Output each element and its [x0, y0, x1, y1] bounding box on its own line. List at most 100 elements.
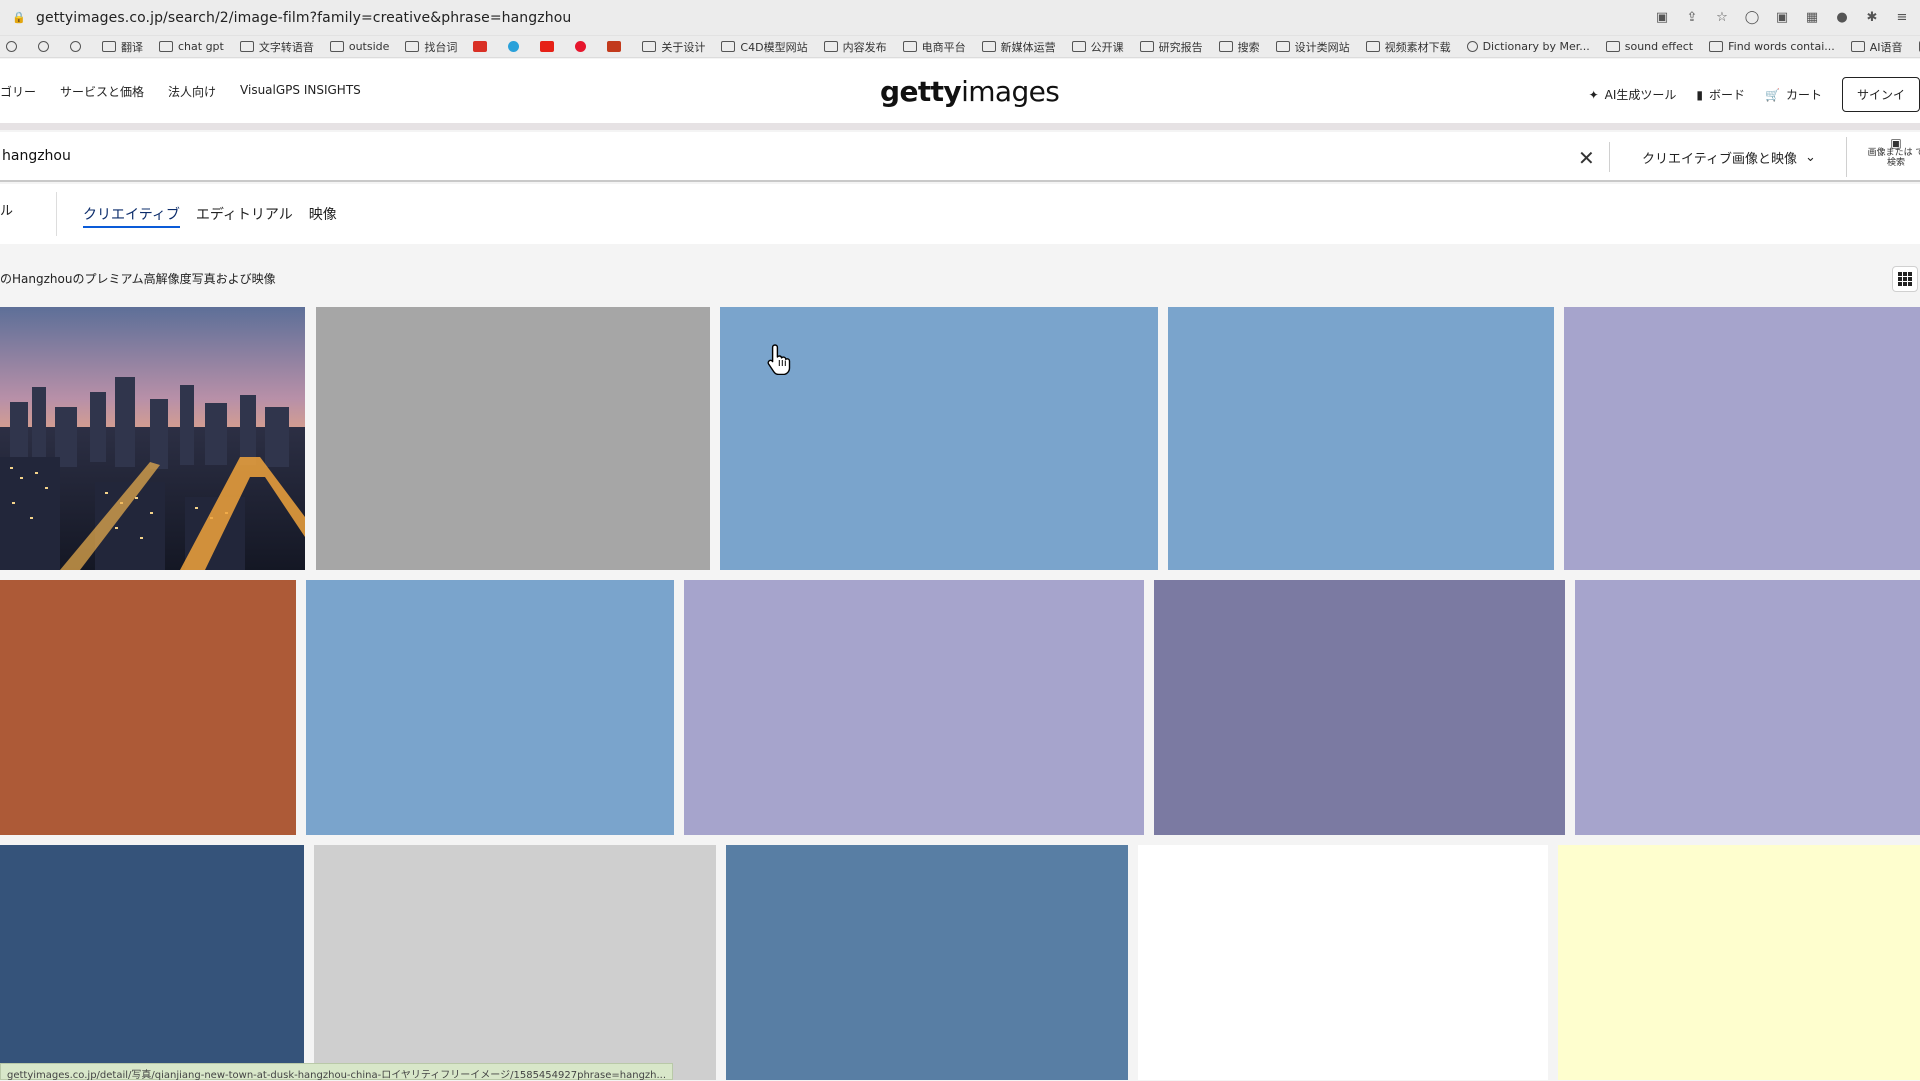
bookmark-item[interactable] [607, 41, 626, 52]
grid-view-toggle[interactable] [1892, 266, 1918, 292]
image-search-button[interactable]: ▣ 画像または で検索 [1866, 137, 1920, 168]
google-icon [38, 41, 49, 52]
bookmark-item[interactable] [540, 41, 559, 52]
youtube-icon [540, 41, 555, 52]
translate-icon[interactable]: ▣ [1654, 9, 1670, 25]
folder-icon [981, 41, 996, 52]
bookmark-label: Find words contai... [1728, 40, 1835, 53]
filter-bar: ル クリエイティブ エディトリアル 映像 [0, 184, 1920, 244]
close-icon[interactable]: ✕ [1578, 146, 1595, 170]
nav-categories[interactable]: ゴリー [0, 83, 36, 100]
bookmark-item[interactable]: Find words contai... [1709, 40, 1835, 53]
bookmark-item[interactable]: 找台词 [405, 39, 457, 55]
bookmark-item[interactable]: 电商平台 [902, 39, 966, 55]
gettyimages-logo[interactable]: gettyimages [880, 75, 1060, 108]
bookmark-item[interactable]: C4D模型网站 [721, 39, 808, 55]
puzzle-icon[interactable]: ✱ [1864, 9, 1880, 25]
bookmark-item[interactable]: outside [329, 40, 390, 53]
browser-address-bar[interactable]: 🔒 gettyimages.co.jp/search/2/image-film?… [0, 0, 1920, 36]
bookmark-label: 电商平台 [921, 40, 966, 54]
board-icon: ▮ [1696, 87, 1703, 102]
result-image-placeholder[interactable] [316, 307, 710, 570]
bookmark-label: 文字转语音 [258, 40, 314, 54]
result-image-placeholder[interactable] [1564, 307, 1920, 570]
share-icon[interactable]: ⇪ [1684, 9, 1700, 25]
bookmark-item[interactable] [38, 41, 54, 52]
bookmark-item[interactable]: AI语音 [1850, 39, 1903, 55]
result-image-placeholder[interactable] [1138, 845, 1548, 1080]
result-image-photo[interactable] [0, 307, 305, 570]
bookmark-label: 公开课 [1090, 40, 1124, 54]
folder-icon [159, 41, 173, 52]
tab-editorial[interactable]: エディトリアル [196, 204, 293, 228]
reading-list-icon[interactable]: ≡ [1894, 9, 1910, 25]
extension-icon[interactable]: ▦ [1804, 9, 1820, 25]
bookmark-item[interactable]: 搜索 [1218, 39, 1260, 55]
telegram-icon [508, 41, 520, 52]
divider [1846, 137, 1847, 177]
bookmark-item[interactable] [70, 41, 86, 52]
bookmark-item[interactable]: 翻译 [102, 39, 143, 55]
pointer-hand-icon [767, 344, 791, 375]
bookmark-item[interactable] [575, 41, 591, 52]
boards-link[interactable]: ▮ ボード [1696, 86, 1745, 103]
bookmark-item[interactable]: 关于设计 [642, 39, 705, 55]
extension-icon[interactable]: ● [1834, 9, 1850, 25]
bookmark-item[interactable]: 设计类网站 [1275, 39, 1350, 55]
ai-tool-link[interactable]: ✦ AI生成ツール [1589, 86, 1677, 103]
cart-link[interactable]: 🛒 カート [1765, 86, 1822, 103]
bookmark-item[interactable]: 新媒体运营 [981, 39, 1056, 55]
nav-business[interactable]: 法人向け [168, 83, 216, 100]
result-image-placeholder[interactable] [1154, 580, 1565, 835]
search-bar: ✕ クリエイティブ画像と映像 ⌄ ▣ 画像または で検索 [0, 132, 1920, 182]
filter-toggle[interactable]: ル [0, 200, 13, 219]
extension-icon[interactable]: ◯ [1744, 9, 1760, 25]
search-scope-dropdown[interactable]: クリエイティブ画像と映像 ⌄ [1642, 148, 1816, 167]
tab-video[interactable]: 映像 [309, 204, 337, 228]
bookmark-item[interactable]: Dictionary by Mer... [1466, 40, 1590, 53]
bookmark-item[interactable]: 公开课 [1071, 39, 1124, 55]
main-nav: ゴリー サービスと価格 法人向け VisualGPS INSIGHTS [0, 83, 361, 100]
result-image-placeholder[interactable] [0, 845, 304, 1080]
bookmark-label: outside [348, 40, 390, 53]
app-icon [607, 41, 622, 52]
folder-icon [642, 41, 657, 52]
search-input[interactable] [2, 148, 1502, 164]
site-header: ゴリー サービスと価格 法人向け VisualGPS INSIGHTS gett… [0, 59, 1920, 123]
result-image-placeholder[interactable] [1575, 580, 1920, 835]
bookmark-item[interactable]: 视频素材下载 [1365, 39, 1451, 55]
result-image-placeholder[interactable] [1168, 307, 1554, 570]
result-image-placeholder[interactable] [0, 580, 296, 835]
bookmark-star-icon[interactable]: ☆ [1714, 9, 1730, 25]
bookmark-item[interactable]: chat gpt [159, 40, 224, 53]
bookmark-item[interactable]: 研究报告 [1139, 39, 1203, 55]
bookmark-label: C4D模型网站 [740, 40, 808, 54]
bookmark-label: 关于设计 [661, 40, 706, 54]
chevron-down-icon: ⌄ [1804, 150, 1816, 165]
asset-type-tabs: クリエイティブ エディトリアル 映像 [83, 204, 337, 228]
bookmark-item[interactable] [473, 41, 492, 52]
nav-visualgps[interactable]: VisualGPS INSIGHTS [240, 83, 361, 100]
bookmark-item[interactable]: 文字转语音 [239, 39, 314, 55]
result-image-placeholder[interactable] [726, 845, 1128, 1080]
result-image-placeholder[interactable] [684, 580, 1144, 835]
cart-icon: 🛒 [1765, 87, 1780, 102]
result-image-placeholder[interactable] [306, 580, 674, 835]
folder-icon [329, 41, 344, 52]
tab-creative[interactable]: クリエイティブ [83, 204, 180, 228]
bookmark-item[interactable] [508, 41, 524, 52]
page-icon [1709, 41, 1724, 52]
url-text[interactable]: gettyimages.co.jp/search/2/image-film?fa… [36, 10, 571, 26]
bookmark-item[interactable]: sound effect [1605, 40, 1693, 53]
bookmark-item[interactable]: 内容发布 [823, 39, 887, 55]
result-image-placeholder[interactable] [314, 845, 716, 1080]
grid-icon [1898, 272, 1912, 286]
lock-icon: 🔒 [12, 11, 26, 24]
signin-button[interactable]: サインイ [1841, 77, 1920, 112]
result-image-placeholder[interactable] [1558, 845, 1920, 1080]
bookmark-item[interactable] [6, 41, 22, 52]
extension-icon[interactable]: ▣ [1774, 9, 1790, 25]
folder-icon [1275, 41, 1290, 52]
nav-services-pricing[interactable]: サービスと価格 [60, 83, 144, 100]
header-actions: ✦ AI生成ツール ▮ ボード 🛒 カート サインイ [1589, 77, 1920, 112]
